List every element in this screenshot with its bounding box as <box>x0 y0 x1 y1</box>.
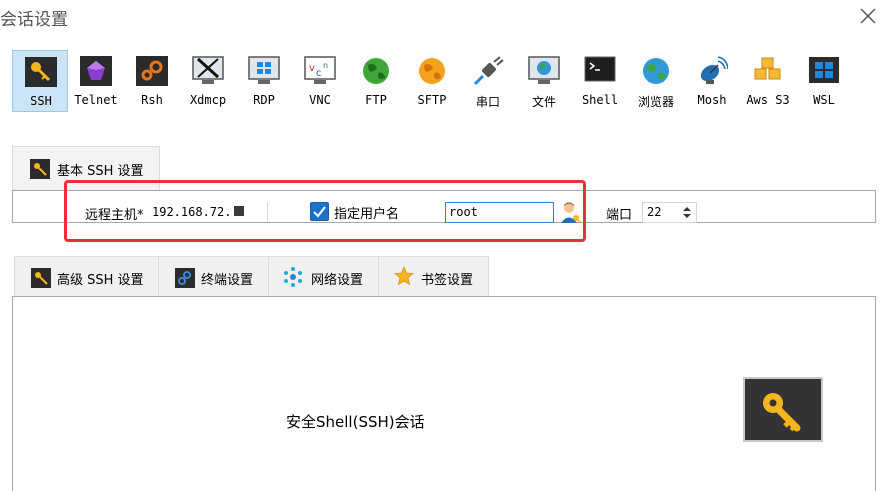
globe-green-icon <box>363 58 389 84</box>
gears-icon <box>175 268 195 288</box>
key-icon <box>30 159 50 179</box>
protocol-vnc-button[interactable]: v c n VNC <box>292 50 348 112</box>
file-monitor-icon <box>528 56 560 84</box>
protocol-label: Mosh <box>697 93 727 107</box>
tab-label: 终端设置 <box>201 273 254 288</box>
protocol-xdmcp-button[interactable]: Xdmcp <box>180 50 236 112</box>
tab-label: 网络设置 <box>311 273 364 288</box>
key-icon <box>31 268 51 288</box>
protocol-file-button[interactable]: 文件 <box>516 50 572 112</box>
protocol-telnet-button[interactable]: Telnet <box>68 50 124 112</box>
protocol-label: FTP <box>365 93 387 107</box>
protocol-label: Xdmcp <box>189 93 227 107</box>
protocol-wsl-button[interactable]: WSL <box>796 50 852 112</box>
protocol-label: VNC <box>309 93 331 107</box>
x-display-icon <box>192 56 224 84</box>
protocol-label: Shell <box>581 93 619 107</box>
gem-icon <box>80 56 112 86</box>
terminal-icon <box>584 56 616 82</box>
large-key-icon <box>743 377 823 442</box>
protocol-rdp-button[interactable]: RDP <box>236 50 292 112</box>
key-icon <box>25 57 57 87</box>
protocol-label: 浏览器 <box>637 95 674 109</box>
chevron-down-icon <box>683 214 691 218</box>
protocol-awss3-button[interactable]: Aws S3 <box>740 50 796 112</box>
port-spinner[interactable] <box>680 204 694 221</box>
tab-label: 书签设置 <box>421 273 474 288</box>
key-icon <box>763 393 801 432</box>
protocol-sftp-button[interactable]: SFTP <box>404 50 460 112</box>
protocol-label: SFTP <box>417 93 447 107</box>
protocol-shell-button[interactable]: Shell <box>572 50 628 112</box>
gears-icon <box>136 56 168 86</box>
tab-advanced-ssh-settings[interactable]: 高级 SSH 设置 <box>14 256 159 297</box>
protocol-browser-button[interactable]: 浏览器 <box>628 50 684 112</box>
star-icon <box>394 266 414 286</box>
protocol-label: RDP <box>253 93 275 107</box>
browser-globe-icon <box>643 58 669 84</box>
protocol-label: Rsh <box>141 93 163 107</box>
svg-text:v: v <box>309 63 315 74</box>
protocol-label: SSH <box>30 94 52 108</box>
protocol-label: Aws S3 <box>746 93 790 107</box>
satellite-icon <box>700 56 728 84</box>
windows-logo-icon <box>809 57 839 83</box>
session-description: 安全Shell(SSH)会话 <box>286 413 425 431</box>
plug-icon <box>473 56 504 86</box>
tab-network-settings[interactable]: 网络设置 <box>268 256 379 297</box>
svg-text:c: c <box>316 68 322 79</box>
protocol-ftp-button[interactable]: FTP <box>348 50 404 112</box>
close-icon[interactable] <box>858 6 878 26</box>
protocol-label: WSL <box>813 93 835 107</box>
tab-label: 基本 SSH 设置 <box>57 164 144 179</box>
port-label: 端口 <box>606 208 633 223</box>
vnc-icon: v c n <box>304 56 336 84</box>
protocol-rsh-button[interactable]: Rsh <box>124 50 180 112</box>
protocol-ssh-button[interactable]: SSH <box>12 50 68 112</box>
protocol-label: Telnet <box>74 93 118 107</box>
protocol-mosh-button[interactable]: Mosh <box>684 50 740 112</box>
cubes-icon <box>754 57 781 80</box>
windows-monitor-icon <box>248 56 280 84</box>
protocol-label: 串口 <box>475 95 500 109</box>
svg-text:n: n <box>323 61 328 70</box>
globe-orange-icon <box>419 58 445 84</box>
chevron-up-icon <box>683 207 691 211</box>
network-icon <box>284 267 302 287</box>
protocol-label: 文件 <box>531 95 556 109</box>
protocol-serial-button[interactable]: 串口 <box>460 50 516 112</box>
title-bar: 会话设置 <box>0 0 888 32</box>
tab-bookmark-settings[interactable]: 书签设置 <box>378 256 489 297</box>
tab-terminal-settings[interactable]: 终端设置 <box>158 256 269 297</box>
highlight-annotation-box <box>64 180 586 242</box>
window-title: 会话设置 <box>0 10 68 30</box>
tab-label: 高级 SSH 设置 <box>57 273 144 288</box>
